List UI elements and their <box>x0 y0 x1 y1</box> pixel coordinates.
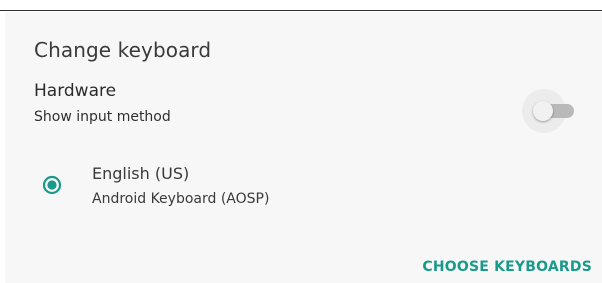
input-method-option-english-us[interactable]: English (US) Android Keyboard (AOSP) <box>28 160 588 218</box>
dialog-title: Change keyboard <box>34 38 212 62</box>
show-input-method-label: Show input method <box>34 109 171 125</box>
change-keyboard-dialog: Change keyboard Hardware Show input meth… <box>6 12 602 283</box>
choose-keyboards-button[interactable]: CHOOSE KEYBOARDS <box>406 252 596 282</box>
show-input-method-switch[interactable] <box>522 89 574 133</box>
switch-thumb <box>533 101 553 121</box>
input-method-description: Android Keyboard (AOSP) <box>92 191 270 207</box>
input-method-name: English (US) <box>92 164 190 183</box>
hardware-title: Hardware <box>34 81 117 101</box>
top-divider <box>0 10 602 11</box>
radio-button-checked-icon[interactable] <box>42 175 62 195</box>
